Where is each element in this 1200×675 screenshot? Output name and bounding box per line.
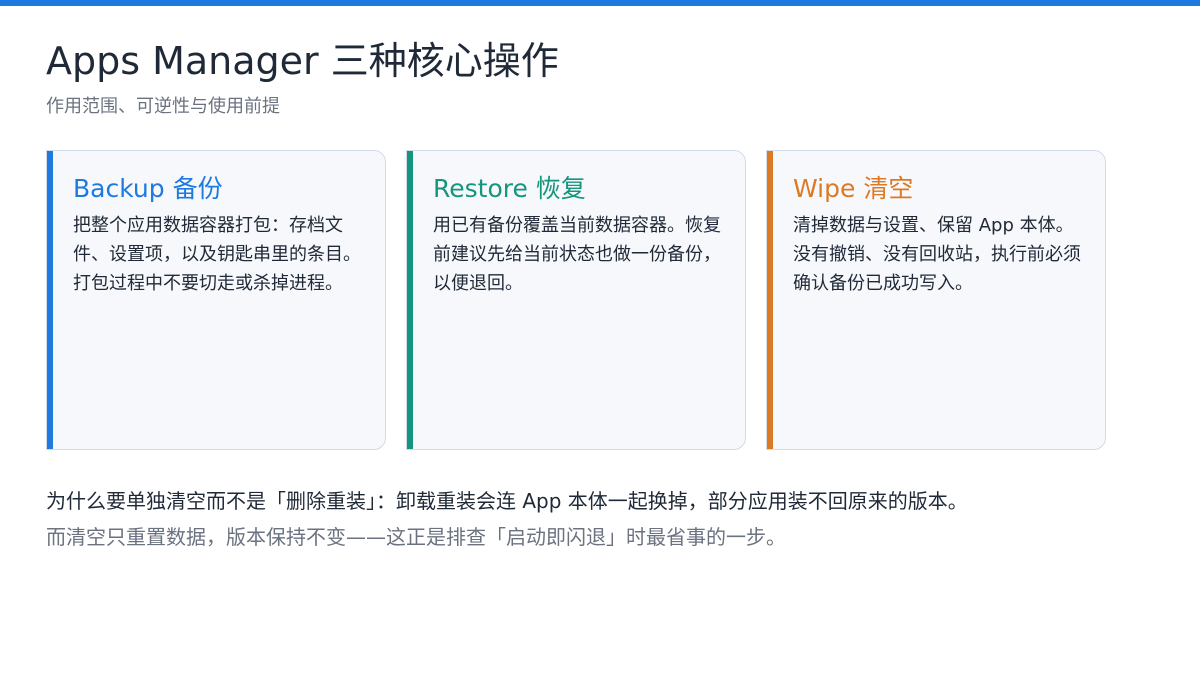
operation-cards: Backup 备份 把整个应用数据容器打包：存档文件、设置项，以及钥匙串里的条目… — [46, 150, 1106, 450]
wipe-card: Wipe 清空 清掉数据与设置、保留 App 本体。没有撤销、没有回收站，执行前… — [766, 150, 1106, 450]
backup-card-title: Backup 备份 — [73, 174, 223, 203]
backup-card: Backup 备份 把整个应用数据容器打包：存档文件、设置项，以及钥匙串里的条目… — [46, 150, 386, 450]
footer-note: 而清空只重置数据，版本保持不变——这正是排查「启动即闪退」时最省事的一步。 — [46, 525, 786, 549]
restore-card-body: 用已有备份覆盖当前数据容器。恢复前建议先给当前状态也做一份备份，以便退回。 — [433, 215, 721, 294]
wipe-card-body: 清掉数据与设置、保留 App 本体。没有撤销、没有回收站，执行前必须确认备份已成… — [793, 215, 1081, 294]
top-accent-bar — [0, 0, 1200, 6]
backup-card-accent — [47, 151, 53, 449]
page-subtitle: 作用范围、可逆性与使用前提 — [46, 96, 280, 117]
footer-explanation: 为什么要单独清空而不是「删除重装」：卸载重装会连 App 本体一起换掉，部分应用… — [46, 489, 968, 513]
wipe-card-title: Wipe 清空 — [793, 174, 914, 203]
restore-card-accent — [407, 151, 413, 449]
wipe-card-accent — [767, 151, 773, 449]
restore-card-title: Restore 恢复 — [433, 174, 586, 203]
page-title: Apps Manager 三种核心操作 — [46, 39, 559, 83]
restore-card: Restore 恢复 用已有备份覆盖当前数据容器。恢复前建议先给当前状态也做一份… — [406, 150, 746, 450]
backup-card-body: 把整个应用数据容器打包：存档文件、设置项，以及钥匙串里的条目。打包过程中不要切走… — [73, 215, 361, 294]
